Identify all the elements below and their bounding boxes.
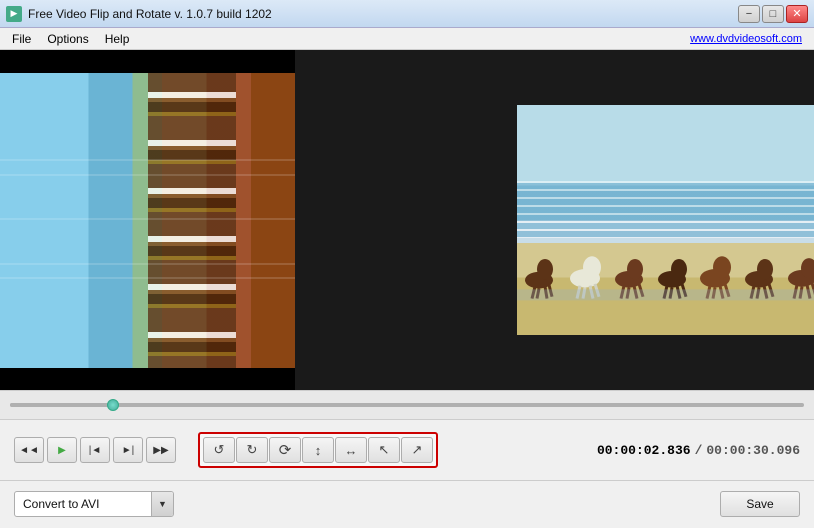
rotate-right-45-button[interactable]: ↗ <box>401 437 433 463</box>
controls-area: ◄◄ ▶ |◄ ►| ▶▶ ↺ ↻ ⟳ ↕ ↔ ↖ <box>0 420 814 480</box>
wave-lines <box>517 181 814 239</box>
menu-options[interactable]: Options <box>39 30 96 48</box>
app-title: Free Video Flip and Rotate v. 1.0.7 buil… <box>28 7 738 21</box>
title-bar: ▶ Free Video Flip and Rotate v. 1.0.7 bu… <box>0 0 814 28</box>
play-icon: ▶ <box>58 445 66 456</box>
dropdown-arrow-icon[interactable]: ▼ <box>151 492 173 516</box>
bottom-bar: Convert to AVI ▼ Save <box>0 480 814 526</box>
prev-frame-icon: |◄ <box>89 445 102 456</box>
slider-thumb[interactable] <box>107 399 119 411</box>
menu-help[interactable]: Help <box>97 30 138 48</box>
save-label: Save <box>746 497 773 511</box>
rotate-ccw-icon: ↺ <box>214 442 225 458</box>
play-button[interactable]: ▶ <box>47 437 77 463</box>
video-left-panel <box>0 50 295 390</box>
rotate-cw-icon: ↻ <box>247 442 258 458</box>
beach-scene <box>517 105 814 335</box>
slider-area <box>0 390 814 420</box>
maximize-button[interactable]: □ <box>762 5 784 23</box>
forward-icon: ▶▶ <box>153 445 168 456</box>
playback-controls: ◄◄ ▶ |◄ ►| ▶▶ <box>14 437 176 463</box>
rewind-icon: ◄◄ <box>19 445 39 456</box>
rotate-cw-button[interactable]: ↻ <box>236 437 268 463</box>
next-frame-button[interactable]: ►| <box>113 437 143 463</box>
flip-vertical-button[interactable]: ↕ <box>302 437 334 463</box>
video-panels <box>0 50 814 390</box>
menu-file[interactable]: File <box>4 30 39 48</box>
timecode-separator: / <box>695 443 703 458</box>
video-right-panel <box>295 50 814 390</box>
menu-bar: File Options Help www.dvdvideosoft.com <box>0 28 814 50</box>
rotate-ccw-button[interactable]: ↺ <box>203 437 235 463</box>
timecode-current: 00:00:02.836 <box>597 443 691 458</box>
horses-row <box>517 236 814 300</box>
slider-fill <box>10 403 113 407</box>
format-dropdown[interactable]: Convert to AVI ▼ <box>14 491 174 517</box>
flip-horizontal-button[interactable]: ↔ <box>335 437 367 463</box>
timeline-slider[interactable] <box>10 403 804 407</box>
transform-controls: ↺ ↻ ⟳ ↕ ↔ ↖ ↗ <box>198 432 438 468</box>
window-controls: − □ ✕ <box>738 5 808 23</box>
video-area <box>0 50 814 390</box>
format-dropdown-value: Convert to AVI <box>15 497 151 511</box>
rotate-right-45-icon: ↗ <box>412 442 423 458</box>
video-rotated <box>0 73 295 368</box>
app-icon: ▶ <box>6 6 22 22</box>
rotate-left-45-button[interactable]: ↖ <box>368 437 400 463</box>
minimize-button[interactable]: − <box>738 5 760 23</box>
rewind-button[interactable]: ◄◄ <box>14 437 44 463</box>
save-button[interactable]: Save <box>720 491 800 517</box>
flip-horizontal-icon: ↔ <box>345 443 358 458</box>
timecode-display: 00:00:02.836 / 00:00:30.096 <box>597 443 800 458</box>
prev-frame-button[interactable]: |◄ <box>80 437 110 463</box>
video-preview <box>517 105 814 335</box>
rotate-left-45-icon: ↖ <box>379 442 390 458</box>
horses-svg <box>517 236 814 300</box>
timecode-total: 00:00:30.096 <box>706 443 800 458</box>
next-frame-icon: ►| <box>122 445 135 456</box>
flip-vertical-icon: ↕ <box>315 443 322 458</box>
forward-button[interactable]: ▶▶ <box>146 437 176 463</box>
video-left-display <box>0 50 295 390</box>
rotate-180-button[interactable]: ⟳ <box>269 437 301 463</box>
rotate-180-icon: ⟳ <box>279 441 292 459</box>
close-button[interactable]: ✕ <box>786 5 808 23</box>
website-link[interactable]: www.dvdvideosoft.com <box>690 33 810 45</box>
